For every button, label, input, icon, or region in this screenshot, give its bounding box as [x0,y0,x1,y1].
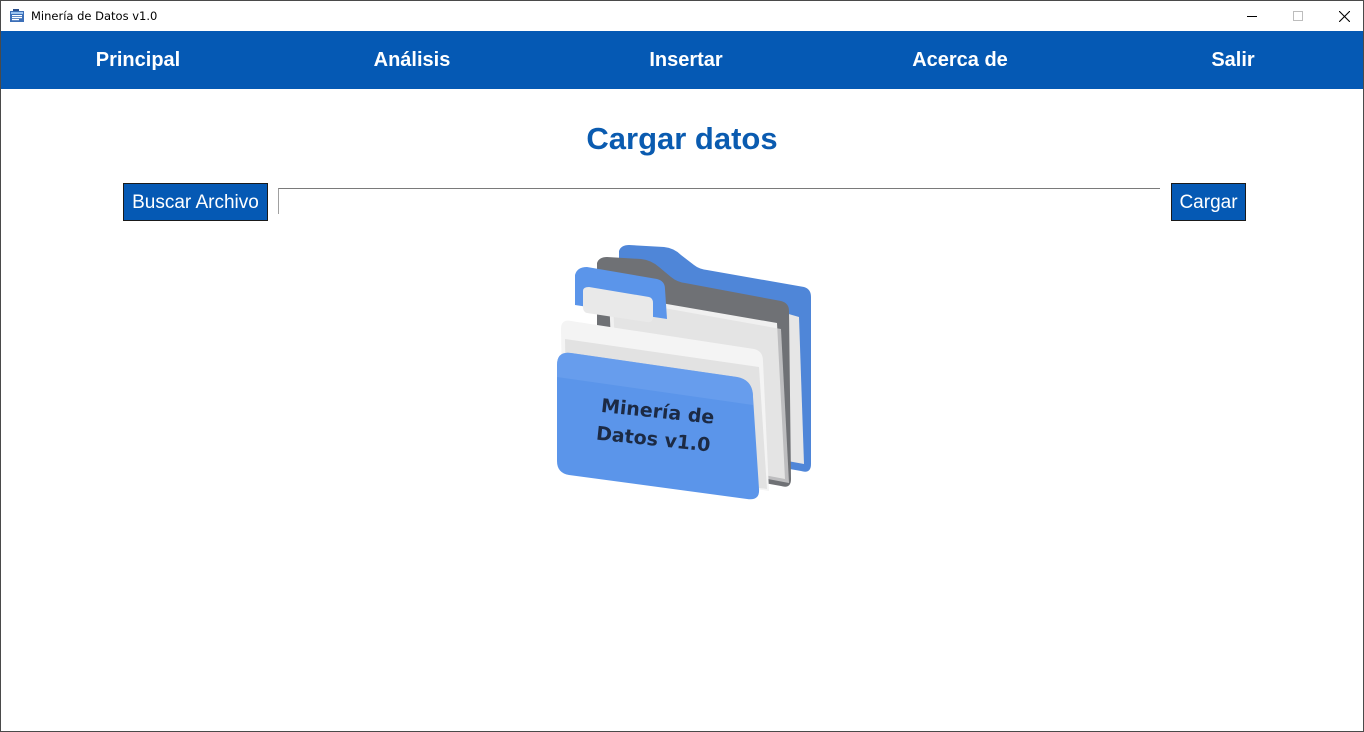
browse-file-button[interactable]: Buscar Archivo [123,183,268,221]
folder-icon: Minería de Datos v1.0 [557,245,811,500]
close-button[interactable] [1321,1,1363,31]
menu-item-principal[interactable]: Principal [38,31,238,89]
menu-item-salir[interactable]: Salir [1133,31,1333,89]
window-title: Minería de Datos v1.0 [31,9,158,23]
file-path-input[interactable] [278,188,1160,214]
minimize-button[interactable] [1229,1,1275,31]
title-bar: Minería de Datos v1.0 [1,1,1363,31]
close-icon [1338,10,1350,22]
main-menu-bar: Principal Análisis Insertar Acerca de Sa… [1,31,1363,89]
menu-item-analisis[interactable]: Análisis [312,31,512,89]
menu-item-acerca-de[interactable]: Acerca de [860,31,1060,89]
app-window-icon [10,9,24,22]
maximize-icon [1293,11,1303,21]
menu-item-insertar[interactable]: Insertar [586,31,786,89]
load-button[interactable]: Cargar [1171,183,1246,221]
page-title: Cargar datos [586,121,778,156]
minimize-icon [1247,16,1257,17]
maximize-button[interactable] [1275,1,1321,31]
app-window: Minería de Datos v1.0 Principal Análisis… [0,0,1364,732]
